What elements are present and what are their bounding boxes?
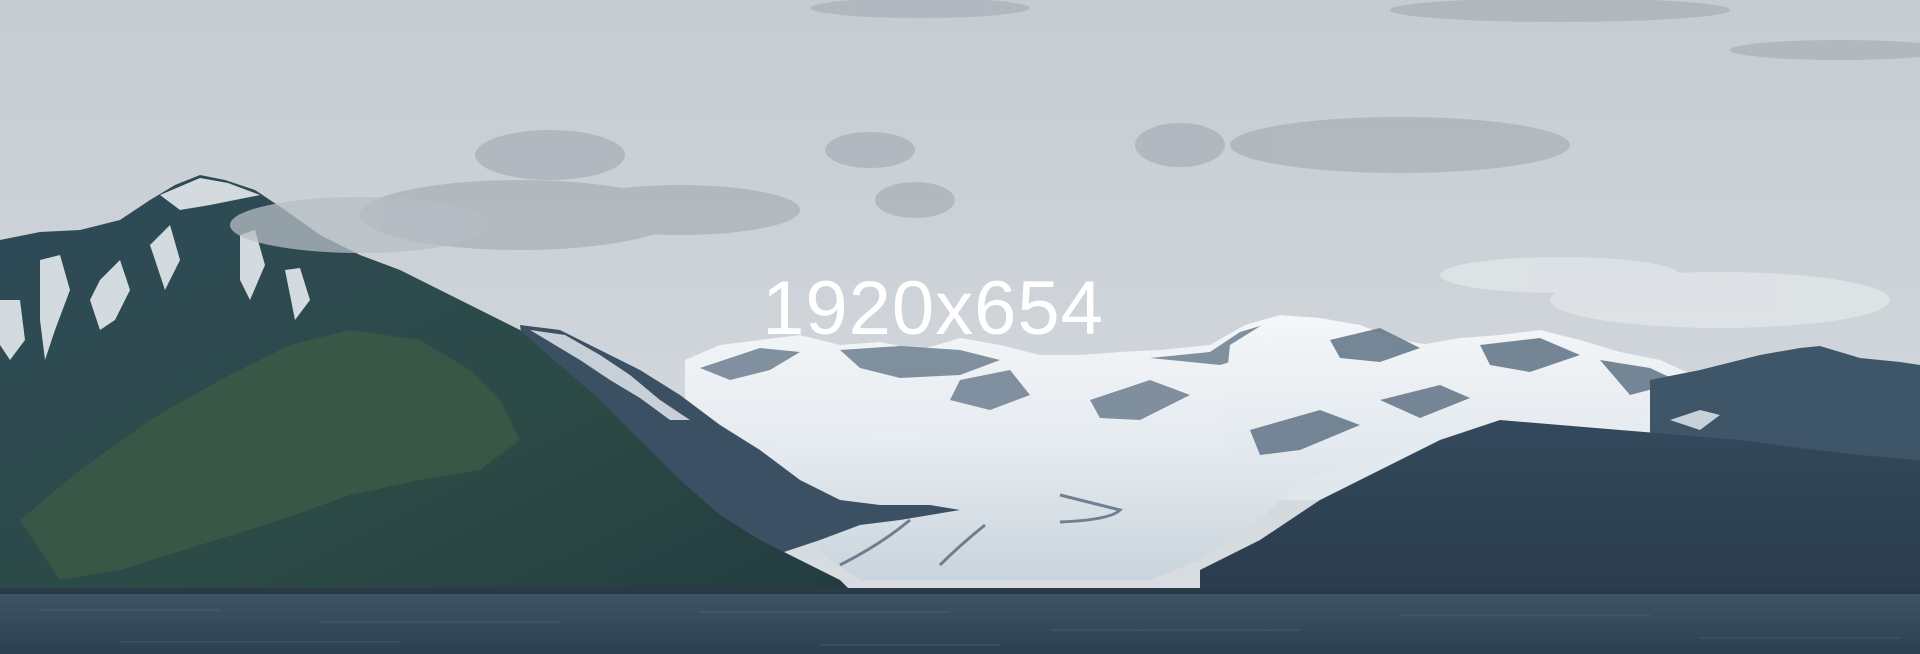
- landscape-photo: 1920x654: [0, 0, 1920, 654]
- image-size-label: 1920x654: [762, 266, 1104, 351]
- shoreline: [0, 588, 1920, 594]
- peak-mist: [230, 197, 490, 253]
